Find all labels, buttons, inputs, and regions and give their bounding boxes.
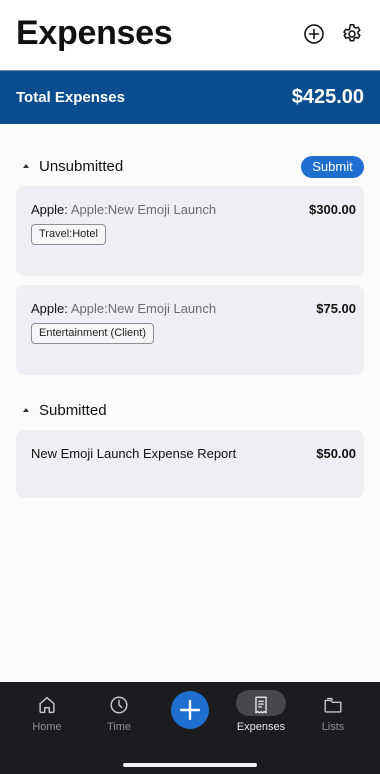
expense-card[interactable]: Apple: Apple:New Emoji Launch $300.00 Tra…: [16, 186, 364, 276]
folder-icon: [324, 697, 342, 713]
category-tag: Entertainment (Client): [31, 323, 154, 344]
tab-home[interactable]: Home: [12, 692, 82, 742]
new-entry-button[interactable]: [171, 691, 209, 729]
merchant-name: Apple:: [31, 202, 68, 217]
total-label: Total Expenses: [16, 89, 125, 106]
tab-label: Home: [32, 721, 62, 733]
project-name: Apple:New Emoji Launch: [70, 301, 217, 316]
section-title: Submitted: [39, 402, 107, 419]
tab-lists[interactable]: Lists: [298, 692, 368, 742]
project-name: Apple:New Emoji Launch: [70, 202, 217, 217]
tab-time[interactable]: Time: [84, 692, 154, 742]
collapse-caret-icon[interactable]: [23, 164, 29, 168]
plus-icon: [179, 699, 201, 721]
tab-label: Time: [106, 721, 132, 733]
home-icon: [39, 696, 55, 714]
expense-merchant: Apple: Apple:New Emoji Launch: [31, 202, 216, 217]
expense-merchant: Apple: Apple:New Emoji Launch: [31, 301, 216, 316]
collapse-caret-icon[interactable]: [23, 408, 29, 412]
gear-icon[interactable]: [340, 22, 364, 46]
page-title: Expenses: [16, 14, 173, 52]
report-card[interactable]: New Emoji Launch Expense Report $50.00: [16, 430, 364, 498]
clock-icon: [110, 696, 128, 714]
expense-list: Unsubmitted Submit Apple: Apple:New Emoji…: [0, 124, 380, 682]
total-expenses-bar: Total Expenses $425.00: [0, 70, 380, 124]
tab-expenses[interactable]: Expenses: [226, 692, 296, 742]
total-value: $425.00: [291, 86, 364, 108]
tab-bar: Home Time Expenses Lists: [0, 682, 380, 774]
merchant-name: Apple:: [31, 301, 68, 316]
expense-amount: $75.00: [316, 301, 356, 316]
expense-card[interactable]: Apple: Apple:New Emoji Launch $75.00 Ente…: [16, 285, 364, 375]
category-tag: Travel:Hotel: [31, 224, 106, 245]
expense-amount: $300.00: [309, 202, 356, 217]
submitted-section-header[interactable]: Submitted: [16, 400, 364, 424]
receipt-icon: [255, 696, 267, 714]
tab-label: Expenses: [236, 721, 286, 733]
section-title: Unsubmitted: [39, 158, 124, 175]
submit-button[interactable]: Submit: [301, 156, 364, 178]
report-title: New Emoji Launch Expense Report: [31, 446, 237, 461]
home-indicator: [123, 763, 257, 767]
unsubmitted-section-header[interactable]: Unsubmitted Submit: [16, 156, 364, 180]
add-circle-icon[interactable]: [302, 22, 326, 46]
app-header: Expenses: [0, 0, 380, 70]
tab-label: Lists: [321, 721, 345, 733]
report-amount: $50.00: [316, 446, 356, 461]
